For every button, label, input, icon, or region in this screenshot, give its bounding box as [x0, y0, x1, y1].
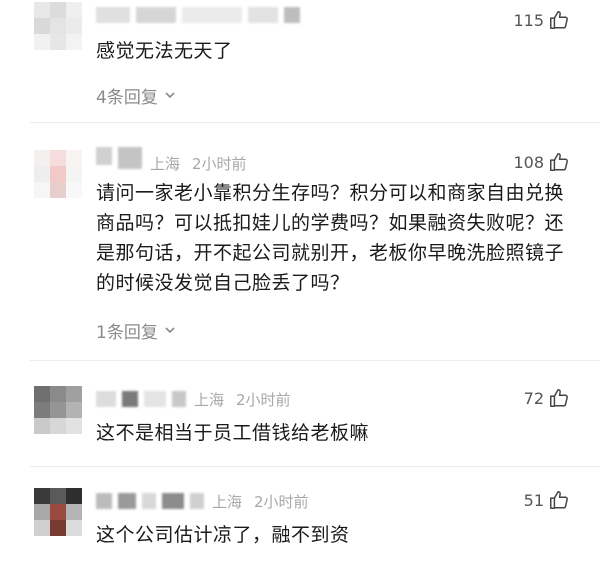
comment-location: 上海 [212, 492, 243, 511]
divider [30, 360, 600, 361]
avatar[interactable] [34, 150, 82, 198]
username-redacted [96, 7, 130, 23]
divider [30, 122, 600, 123]
chevron-down-icon [165, 327, 175, 334]
thumb-up-icon [550, 389, 568, 407]
username-redacted [144, 391, 166, 407]
username-redacted [96, 147, 112, 165]
username-redacted [162, 493, 184, 509]
comment-meta [96, 4, 306, 26]
thumb-up-icon [550, 491, 568, 509]
comment-time: 2小时前 [192, 154, 247, 173]
comment-meta: 上海 2小时前 [96, 490, 309, 512]
comment-time: 2小时前 [254, 492, 309, 511]
like-count: 72 [523, 388, 544, 408]
username-redacted [190, 493, 204, 509]
like-button[interactable]: 115 [513, 8, 570, 32]
comment-location: 上海 [194, 390, 225, 409]
thumb-up-icon [550, 153, 568, 171]
username-redacted [136, 7, 176, 23]
username-redacted [172, 391, 186, 407]
avatar[interactable] [34, 386, 82, 434]
username-redacted [284, 7, 300, 23]
comment-time: 2小时前 [236, 390, 291, 409]
view-replies-button[interactable]: 1条回复 [96, 317, 176, 343]
like-count: 115 [513, 10, 544, 30]
avatar[interactable] [34, 488, 82, 536]
comment-text: 请问一家老小靠积分生存吗？积分可以和商家自由兑换商品吗？可以抵扣娃儿的学费吗？如… [96, 182, 565, 294]
username-redacted [182, 7, 242, 23]
username-redacted [96, 391, 116, 407]
comment-text: 这不是相当于员工借钱给老板嘛 [96, 422, 370, 444]
username-redacted [118, 147, 142, 169]
username-redacted [142, 493, 156, 509]
avatar[interactable] [34, 2, 82, 50]
divider [30, 466, 600, 467]
comment-text: 这个公司估计凉了，融不到资 [96, 524, 350, 546]
reply-count: 1条回复 [96, 322, 158, 343]
view-replies-button[interactable]: 4条回复 [96, 82, 176, 108]
like-button[interactable]: 72 [524, 386, 570, 410]
username-redacted [122, 391, 138, 407]
comment-text: 感觉无法无天了 [96, 40, 233, 62]
username-redacted [118, 493, 136, 509]
username-redacted [248, 7, 278, 23]
comment-meta: 上海 2小时前 [96, 147, 247, 174]
chevron-down-icon [165, 92, 175, 99]
like-button[interactable]: 108 [513, 150, 570, 174]
like-count: 108 [513, 152, 544, 172]
comment-meta: 上海 2小时前 [96, 388, 291, 410]
reply-count: 4条回复 [96, 87, 158, 108]
like-count: 51 [523, 490, 544, 510]
comment-location: 上海 [150, 154, 181, 173]
like-button[interactable]: 51 [524, 488, 570, 512]
username-redacted [96, 493, 112, 509]
thumb-up-icon [550, 11, 568, 29]
